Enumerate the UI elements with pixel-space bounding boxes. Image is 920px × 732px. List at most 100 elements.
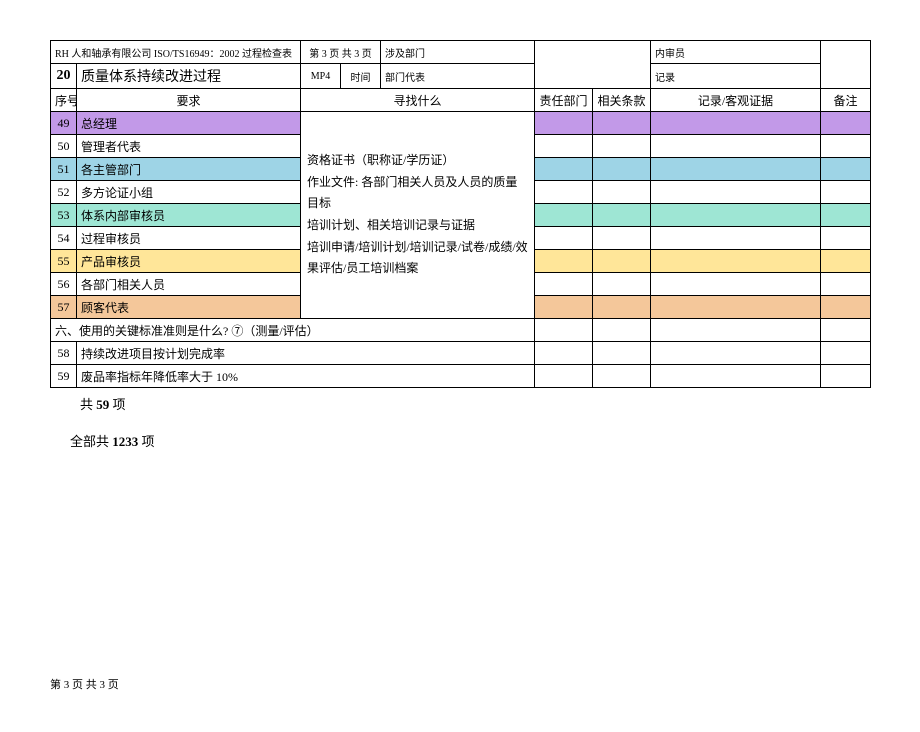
section-number: 20 (51, 64, 77, 89)
row-num: 59 (51, 365, 77, 388)
row-num: 57 (51, 296, 77, 319)
row-remark (821, 135, 871, 158)
row-clause (593, 112, 651, 135)
table-row: 49 总经理 资格证书（职称证/学历证）作业文件: 各部门相关人员及人员的质量目… (51, 112, 871, 135)
auditor-value (821, 41, 871, 89)
row-clause (593, 273, 651, 296)
column-headers: 序号 要求 寻找什么 责任部门 相关条款 记录/客观证据 备注 (51, 89, 871, 112)
row-evidence (651, 181, 821, 204)
section-6-text: 六、使用的关键标准准则是什么? ⑦（测量/评估） (51, 319, 535, 342)
row-req: 各主管部门 (77, 158, 301, 181)
sum1-a: 共 (80, 397, 96, 412)
row-dept (535, 250, 593, 273)
row-evidence (651, 158, 821, 181)
row-num: 52 (51, 181, 77, 204)
row-evidence (651, 273, 821, 296)
row-dept (535, 158, 593, 181)
col-remark: 备注 (821, 89, 871, 112)
sum1-c: 项 (109, 397, 125, 412)
row-remark (821, 342, 871, 365)
row-num: 54 (51, 227, 77, 250)
row-remark (821, 319, 871, 342)
row-clause (593, 158, 651, 181)
look-block: 资格证书（职称证/学历证）作业文件: 各部门相关人员及人员的质量目标培训计划、相… (301, 112, 535, 319)
row-evidence (651, 227, 821, 250)
page-footer: 第 3 页 共 3 页 (50, 676, 870, 692)
row-req: 多方论证小组 (77, 181, 301, 204)
row-dept (535, 135, 593, 158)
row-clause (593, 342, 651, 365)
summary-line-2: 全部共 1233 项 (50, 425, 870, 456)
row-dept (535, 365, 593, 388)
col-dept: 责任部门 (535, 89, 593, 112)
row-clause (593, 296, 651, 319)
row-req: 废品率指标年降低率大于 10% (77, 365, 535, 388)
row-clause (593, 365, 651, 388)
sum1-b: 59 (96, 397, 109, 412)
row-remark (821, 296, 871, 319)
row-evidence (651, 365, 821, 388)
section-code: MP4 (301, 64, 341, 89)
row-dept (535, 273, 593, 296)
audit-table: RH 人和轴承有限公司 ISO/TS16949：2002 过程检查表 第 3 页… (50, 40, 871, 388)
page-top: 第 3 页 共 3 页 (301, 41, 381, 64)
document-page: RH 人和轴承有限公司 ISO/TS16949：2002 过程检查表 第 3 页… (50, 40, 870, 692)
row-req: 产品审核员 (77, 250, 301, 273)
sum2-a: 全部共 (70, 434, 112, 449)
row-req: 顾客代表 (77, 296, 301, 319)
row-evidence (651, 135, 821, 158)
row-remark (821, 158, 871, 181)
row-dept (535, 204, 593, 227)
row-dept (535, 296, 593, 319)
row-evidence (651, 319, 821, 342)
row-clause (593, 227, 651, 250)
dept-label: 涉及部门 (381, 41, 535, 64)
table-row: 59 废品率指标年降低率大于 10% (51, 365, 871, 388)
record-label: 记录 (651, 64, 821, 89)
sum2-c: 项 (138, 434, 154, 449)
row-evidence (651, 296, 821, 319)
row-dept (535, 181, 593, 204)
row-num: 50 (51, 135, 77, 158)
section-6-row: 六、使用的关键标准准则是什么? ⑦（测量/评估） (51, 319, 871, 342)
summary-line-1: 共 59 项 (50, 388, 870, 419)
row-req: 持续改进项目按计划完成率 (77, 342, 535, 365)
row-remark (821, 112, 871, 135)
section-title: 质量体系持续改进过程 (77, 64, 301, 89)
row-remark (821, 181, 871, 204)
col-clause: 相关条款 (593, 89, 651, 112)
row-clause (593, 181, 651, 204)
row-remark (821, 365, 871, 388)
row-num: 53 (51, 204, 77, 227)
company-name: RH 人和轴承有限公司 ISO/TS16949：2002 过程检查表 (51, 41, 301, 64)
row-clause (593, 319, 651, 342)
row-req: 总经理 (77, 112, 301, 135)
row-req: 各部门相关人员 (77, 273, 301, 296)
row-num: 58 (51, 342, 77, 365)
col-look: 寻找什么 (301, 89, 535, 112)
rep-label: 部门代表 (381, 64, 535, 89)
row-clause (593, 135, 651, 158)
row-evidence (651, 250, 821, 273)
row-clause (593, 204, 651, 227)
row-req: 过程审核员 (77, 227, 301, 250)
row-clause (593, 250, 651, 273)
col-evidence: 记录/客观证据 (651, 89, 821, 112)
row-num: 56 (51, 273, 77, 296)
row-dept (535, 112, 593, 135)
time-label: 时间 (341, 64, 381, 89)
row-req: 体系内部审核员 (77, 204, 301, 227)
dept-value (535, 41, 651, 89)
sum2-b: 1233 (112, 434, 138, 449)
table-row: 58 持续改进项目按计划完成率 (51, 342, 871, 365)
row-evidence (651, 342, 821, 365)
row-dept (535, 342, 593, 365)
row-evidence (651, 204, 821, 227)
row-dept (535, 227, 593, 250)
row-num: 49 (51, 112, 77, 135)
row-num: 55 (51, 250, 77, 273)
auditor-label: 内审员 (651, 41, 821, 64)
row-remark (821, 273, 871, 296)
col-req: 要求 (77, 89, 301, 112)
row-req: 管理者代表 (77, 135, 301, 158)
